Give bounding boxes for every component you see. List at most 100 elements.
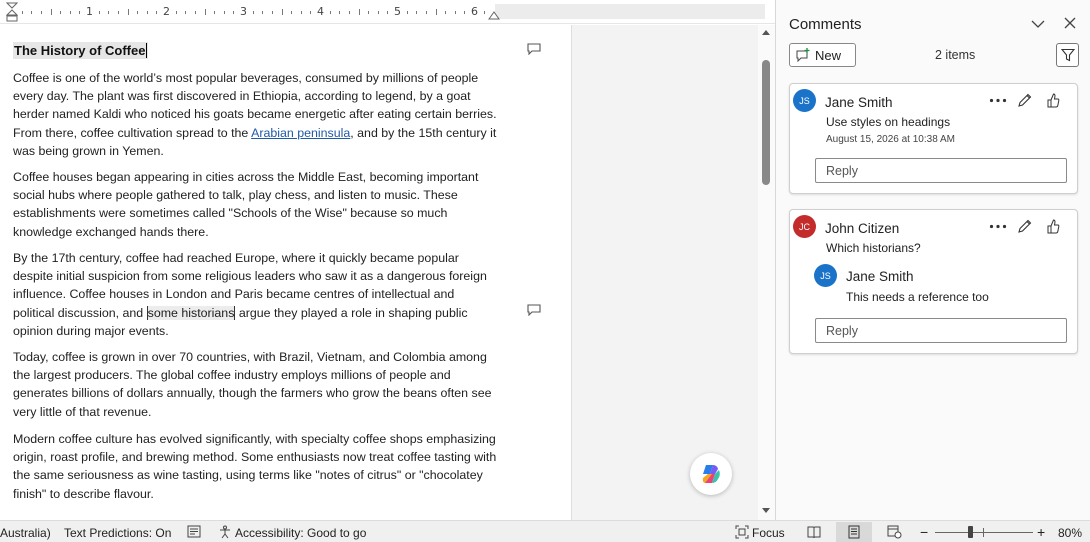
status-bar: Australia) Text Predictions: On Accessib… (0, 520, 1090, 542)
vertical-scrollbar[interactable] (758, 25, 775, 520)
edit-icon[interactable] (1017, 218, 1033, 234)
zoom-slider-midpoint (983, 528, 984, 537)
comment-text: Use styles on headings (826, 115, 951, 129)
reply-input[interactable]: Reply (815, 318, 1067, 343)
ruler-half-tick (204, 9, 206, 15)
zoom-in-button[interactable]: + (1037, 524, 1045, 540)
accessibility-status[interactable]: Accessibility: Good to go (235, 526, 366, 540)
ruler-tick (387, 11, 389, 14)
ruler-tick (108, 11, 110, 14)
like-icon[interactable] (1046, 92, 1060, 108)
paragraph-3[interactable]: By the 17th century, coffee had reached … (13, 249, 498, 340)
reply-avatar: JS (814, 264, 837, 287)
comment-marker-icon[interactable] (527, 304, 541, 316)
ruler-tick (368, 11, 370, 14)
document-page[interactable]: The History of Coffee Coffee is one of t… (0, 25, 571, 520)
paragraph-4[interactable]: Today, coffee is grown in over 70 countr… (13, 348, 498, 421)
commented-text-highlight[interactable]: some historians (146, 305, 236, 320)
ruler-tick (137, 11, 139, 14)
ruler-tick (60, 11, 62, 14)
comment-author: John Citizen (825, 221, 900, 236)
zoom-level[interactable]: 80% (1058, 526, 1082, 540)
ruler-tick (339, 11, 341, 14)
chevron-down-icon[interactable] (1031, 17, 1045, 31)
like-icon[interactable] (1046, 218, 1060, 234)
copilot-button[interactable] (690, 453, 732, 495)
ruler-number: 1 (86, 5, 93, 18)
right-indent-marker-icon[interactable] (488, 10, 500, 20)
ruler-number: 4 (317, 5, 324, 18)
ruler-tick (252, 11, 254, 14)
arabian-peninsula-link[interactable]: Arabian peninsula (251, 126, 350, 140)
text-predictions-status[interactable]: Text Predictions: On (64, 526, 171, 540)
print-layout-icon[interactable] (847, 525, 861, 539)
reply-placeholder: Reply (826, 164, 858, 178)
zoom-out-button[interactable]: − (920, 524, 928, 540)
more-options-icon[interactable] (989, 224, 1007, 229)
paragraph-1[interactable]: Coffee is one of the world’s most popula… (13, 69, 498, 160)
ruler-tick (21, 11, 23, 14)
scrollbar-thumb[interactable] (762, 60, 770, 185)
ruler-tick (262, 11, 264, 14)
more-options-icon[interactable] (989, 98, 1007, 103)
document-title[interactable]: The History of Coffee (13, 42, 149, 59)
paragraph-4-text: Today, coffee is grown in over 70 countr… (13, 350, 492, 419)
horizontal-ruler[interactable]: 1 2 3 4 5 6 (0, 0, 775, 24)
document-title-text: The History of Coffee (14, 43, 146, 58)
ruler-tick (233, 11, 235, 14)
ruler-half-tick (127, 9, 129, 15)
paragraph-2-text: Coffee houses began appearing in cities … (13, 170, 479, 239)
focus-icon[interactable] (735, 525, 749, 539)
reply-placeholder: Reply (826, 324, 858, 338)
ruler-half-tick (281, 9, 283, 15)
ruler-tick (348, 11, 350, 14)
language-status[interactable]: Australia) (0, 526, 51, 540)
reply-text: This needs a reference too (846, 290, 989, 304)
ruler-tick (146, 11, 148, 14)
scroll-down-icon[interactable] (761, 507, 771, 515)
close-icon[interactable] (1064, 17, 1076, 29)
scroll-up-icon[interactable] (761, 28, 771, 36)
avatar: JC (793, 215, 816, 238)
ruler-tick (310, 11, 312, 14)
word-window: 1 2 3 4 5 6 The History of Coffee Coffee… (0, 0, 1090, 542)
comment-thread[interactable]: JS Jane Smith Use styles on headings Aug… (789, 83, 1078, 194)
document-stats-icon[interactable] (187, 525, 201, 538)
copilot-icon (702, 465, 720, 483)
ruler-tick (406, 11, 408, 14)
zoom-slider[interactable] (935, 532, 1033, 533)
indent-marker-icon[interactable] (6, 2, 18, 22)
ruler-tick (464, 11, 466, 14)
read-mode-icon[interactable] (807, 525, 821, 539)
ruler-tick (454, 11, 456, 14)
ruler-tick (300, 11, 302, 14)
paragraph-2[interactable]: Coffee houses began appearing in cities … (13, 168, 498, 241)
ruler-tick (377, 11, 379, 14)
focus-button[interactable]: Focus (752, 526, 785, 540)
zoom-slider-thumb[interactable] (968, 526, 973, 538)
comments-pane-title: Comments (789, 16, 862, 33)
ruler-tick (214, 11, 216, 14)
edit-icon[interactable] (1017, 92, 1033, 108)
filter-button[interactable] (1056, 43, 1079, 67)
accessibility-icon[interactable] (218, 525, 232, 539)
comment-text: Which historians? (826, 241, 921, 255)
ruler-tick (271, 11, 273, 14)
ruler-tick (79, 11, 81, 14)
paragraph-5[interactable]: Modern coffee culture has evolved signif… (13, 430, 498, 503)
comment-marker-icon[interactable] (527, 43, 541, 55)
new-comment-label: New (815, 47, 842, 63)
ruler-half-tick (358, 9, 360, 15)
ruler-number: 3 (240, 5, 247, 18)
ruler-tick (175, 11, 177, 14)
ruler-tick (31, 11, 33, 14)
new-comment-button[interactable]: New (789, 43, 856, 67)
reply-input[interactable]: Reply (815, 158, 1067, 183)
ruler-tick (483, 11, 485, 14)
comment-thread[interactable]: JC John Citizen Which historians? JS Jan… (789, 209, 1078, 354)
ruler-half-tick (50, 9, 52, 15)
comments-count: 2 items (935, 48, 976, 62)
comment-author: Jane Smith (825, 95, 893, 110)
web-layout-icon[interactable] (887, 525, 902, 539)
ruler-tick (69, 11, 71, 14)
